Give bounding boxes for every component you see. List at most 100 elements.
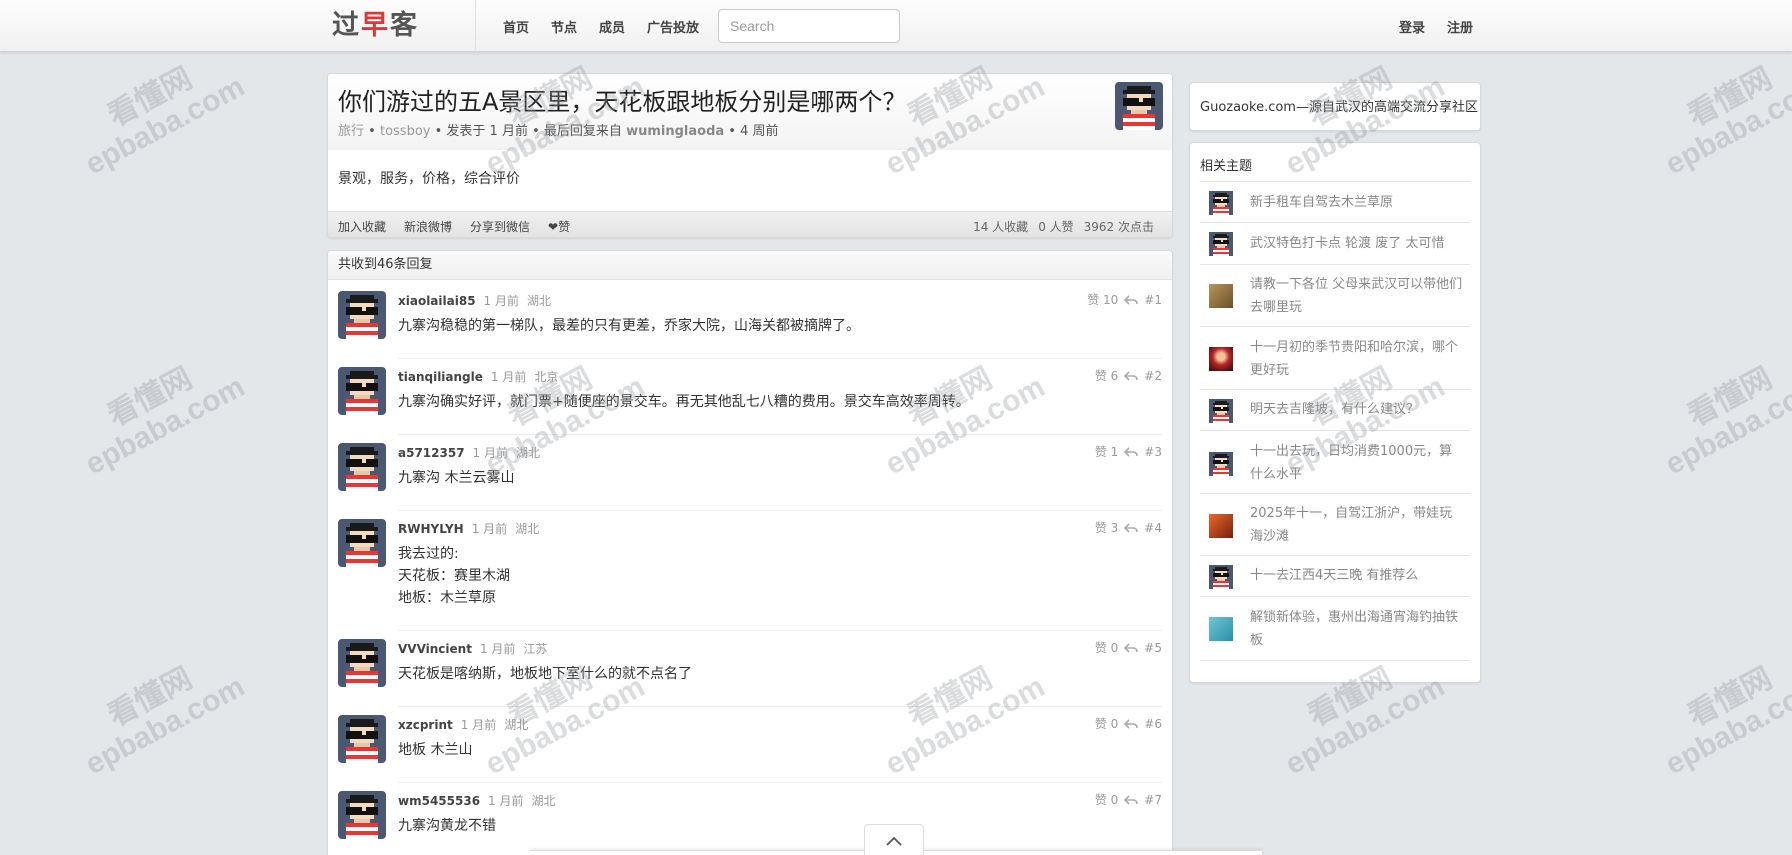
topic-node-link[interactable]: 旅行: [338, 124, 364, 139]
reply-arrow-icon[interactable]: [1124, 521, 1139, 535]
reply-time: 1 月前: [472, 446, 508, 460]
reply-like-button[interactable]: 赞 6: [1095, 367, 1118, 384]
related-topic-link[interactable]: 十一月初的季节贵阳和哈尔滨，哪个更好玩: [1250, 336, 1464, 382]
nav-ads[interactable]: 广告投放: [647, 17, 699, 36]
logo-char-3: 客: [390, 10, 419, 41]
reply-location: 江苏: [523, 642, 548, 656]
auth-nav: 登录 注册: [1399, 0, 1473, 52]
reply-username[interactable]: tianqiliangle: [398, 370, 483, 384]
related-topic-item[interactable]: 新手租车自驾去木兰草原: [1200, 182, 1470, 223]
reply-item: tianqiliangle 1 月前 北京 九寨沟确实好评，就门票+随便座的景交车。…: [328, 367, 1172, 443]
related-topic-link[interactable]: 十一去江西4天三晚 有推荐么: [1250, 564, 1464, 587]
like-button[interactable]: ❤赞: [548, 218, 570, 235]
reply-username[interactable]: a5712357: [398, 446, 465, 460]
last-reply-user-link[interactable]: wuminglaoda: [626, 124, 724, 139]
related-topic-item[interactable]: 十一月初的季节贵阳和哈尔滨，哪个更好玩: [1200, 327, 1470, 390]
reply-username[interactable]: VVVincient: [398, 642, 472, 656]
nav-members[interactable]: 成员: [599, 17, 625, 36]
related-topic-link[interactable]: 十一出去玩，日均消费1000元，算什么水平: [1250, 440, 1464, 486]
reply-avatar[interactable]: [338, 291, 386, 339]
reply-arrow-icon[interactable]: [1124, 717, 1139, 731]
pixel-avatar-icon: [338, 519, 386, 567]
reply-time: 1 月前: [490, 370, 527, 384]
reply-floor: #1: [1144, 292, 1162, 307]
nav-nodes[interactable]: 节点: [551, 17, 577, 36]
pixel-avatar-icon: [338, 715, 386, 763]
reply-item: a5712357 1 月前 湖北 九寨沟 木兰云雾山 赞 1 #3: [328, 443, 1172, 519]
reply-text: 九寨沟 木兰云雾山: [398, 470, 515, 486]
reply-like-button[interactable]: 赞 3: [1095, 519, 1118, 536]
nav-home[interactable]: 首页: [503, 17, 529, 36]
reply-avatar[interactable]: [338, 639, 386, 687]
related-topic-link[interactable]: 新手租车自驾去木兰草原: [1250, 191, 1464, 214]
related-topic-link[interactable]: 2025年十一，自驾江浙沪，带娃玩海沙滩: [1250, 502, 1464, 548]
watermark: 看懂网 epbaba.com: [1659, 61, 1792, 181]
site-info-panel: Guozaoke.com—源自武汉的高端交流分享社区: [1189, 82, 1481, 131]
reply-arrow-icon[interactable]: [1124, 369, 1139, 383]
photo-avatar-icon: [1209, 284, 1233, 308]
meta-sep: •: [728, 124, 736, 139]
nav-divider: [475, 0, 476, 52]
back-to-top-button[interactable]: [864, 824, 924, 855]
related-topic-item[interactable]: 明天去吉隆坡，有什么建议？: [1200, 390, 1470, 431]
related-topic-link[interactable]: 解锁新体验，惠州出海通宵海钓抽铁板: [1250, 606, 1464, 652]
reply-like-button[interactable]: 赞 0: [1095, 791, 1118, 808]
meta-sep: •: [368, 124, 376, 139]
reply-username[interactable]: xzcprint: [398, 718, 453, 732]
reply-avatar[interactable]: [338, 367, 386, 415]
related-topic-item[interactable]: 解锁新体验，惠州出海通宵海钓抽铁板: [1200, 597, 1470, 661]
reply-like-button[interactable]: 赞 10: [1087, 291, 1118, 308]
reply-item: VVVincient 1 月前 江苏 天花板是喀纳斯，地板地下室什么的就不点名了 赞…: [328, 639, 1172, 715]
share-wechat-button[interactable]: 分享到微信: [470, 218, 530, 235]
reply-text: 九寨沟确实好评，就门票+随便座的景交车。再无其他乱七八糟的费用。景交车高效率周转…: [398, 394, 970, 410]
site-logo[interactable]: 过早客: [332, 9, 419, 43]
reply-like-button[interactable]: 赞 1: [1095, 443, 1118, 460]
reply-avatar[interactable]: [338, 715, 386, 763]
reply-location: 湖北: [527, 294, 552, 308]
reply-like-button[interactable]: 赞 0: [1095, 715, 1118, 732]
reply-location: 湖北: [504, 718, 529, 732]
reply-arrow-icon[interactable]: [1124, 641, 1139, 655]
reply-arrow-icon[interactable]: [1124, 293, 1139, 307]
reply-location: 湖北: [516, 446, 541, 460]
reply-location: 北京: [534, 370, 559, 384]
reply-like-button[interactable]: 赞 0: [1095, 639, 1118, 656]
related-topic-link[interactable]: 请教一下各位 父母来武汉可以带他们去哪里玩: [1250, 273, 1464, 319]
photo-avatar-icon: [1209, 347, 1233, 371]
login-link[interactable]: 登录: [1399, 17, 1425, 36]
topic-header: 你们游过的五A景区里，天花板跟地板分别是哪两个？ 旅行 • tossboy • …: [328, 74, 1172, 150]
related-topic-item[interactable]: 十一去江西4天三晚 有推荐么: [1200, 556, 1470, 597]
related-topic-link[interactable]: 明天去吉隆坡，有什么建议？: [1250, 398, 1464, 421]
reply-avatar[interactable]: [338, 519, 386, 567]
search-input[interactable]: Search: [718, 9, 900, 43]
reply-arrow-icon[interactable]: [1124, 793, 1139, 807]
related-topic-item[interactable]: 请教一下各位 父母来武汉可以带他们去哪里玩: [1200, 265, 1470, 327]
reply-floor: #2: [1144, 368, 1162, 383]
register-link[interactable]: 注册: [1447, 17, 1473, 36]
reply-username[interactable]: RWHYLYH: [398, 522, 464, 536]
watermark: 看懂网 epbaba.com: [79, 661, 250, 781]
reply-time: 1 月前: [471, 522, 508, 536]
related-topic-item[interactable]: 2025年十一，自驾江浙沪，带娃玩海沙滩: [1200, 494, 1470, 556]
last-reply-time: 4 周前: [740, 124, 779, 139]
reply-avatar[interactable]: [338, 791, 386, 839]
topic-body: 景观，服务，价格，综合评价: [338, 171, 520, 187]
top-navbar: 过早客 首页 节点 成员 广告投放 Search 登录 注册: [0, 0, 1792, 52]
reply-divider: [398, 782, 1162, 783]
reply-username[interactable]: wm5455536: [398, 794, 480, 808]
reply-username[interactable]: xiaolailai85: [398, 294, 476, 308]
related-topic-link[interactable]: 武汉特色打卡点 轮渡 废了 太可惜: [1250, 232, 1464, 255]
related-topic-item[interactable]: 武汉特色打卡点 轮渡 废了 太可惜: [1200, 223, 1470, 265]
reply-item: xzcprint 1 月前 湖北 地板 木兰山 赞 0 #6: [328, 715, 1172, 791]
reply-avatar[interactable]: [338, 443, 386, 491]
share-weibo-button[interactable]: 新浪微博: [404, 218, 452, 235]
related-topic-item[interactable]: 十一出去玩，日均消费1000元，算什么水平: [1200, 431, 1470, 494]
reply-divider: [398, 706, 1162, 707]
reply-text: 天花板是喀纳斯，地板地下室什么的就不点名了: [398, 666, 692, 682]
reply-item: wm5455536 1 月前 湖北 九寨沟黄龙不错 赞 0 #7: [328, 791, 1172, 855]
topic-author-link[interactable]: tossboy: [380, 124, 431, 139]
favorite-button[interactable]: 加入收藏: [338, 218, 386, 235]
author-avatar[interactable]: [1115, 82, 1163, 130]
reply-arrow-icon[interactable]: [1124, 445, 1139, 459]
pixel-avatar-icon: [1209, 565, 1233, 589]
